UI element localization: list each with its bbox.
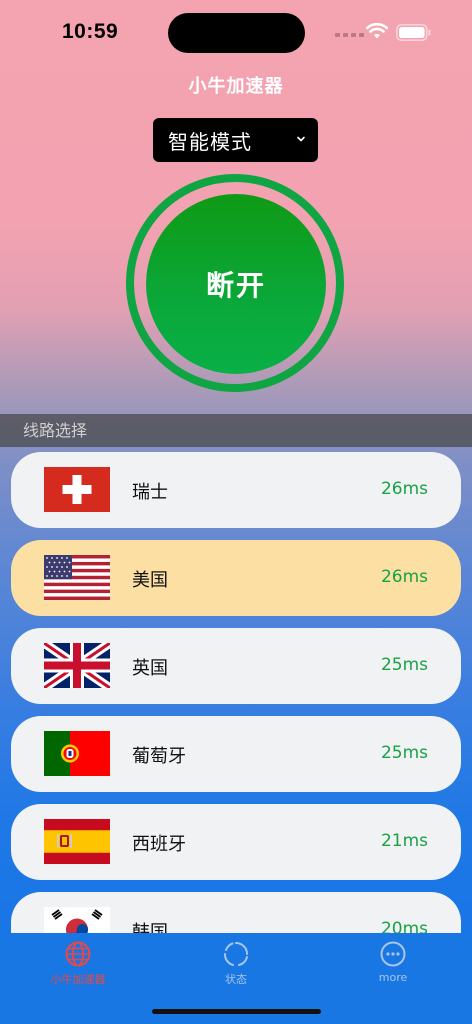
route-name: 葡萄牙 <box>132 746 186 767</box>
route-ping: 21ms <box>380 831 428 851</box>
route-name: 西班牙 <box>132 834 186 855</box>
route-ping: 25ms <box>380 655 428 675</box>
globe-icon <box>65 941 91 967</box>
spain-flag-icon <box>44 819 110 864</box>
status-time: 10:59 <box>62 20 119 43</box>
disconnect-button[interactable]: 断开 <box>146 194 326 374</box>
mode-selected-label: 智能模式 <box>168 129 252 154</box>
mode-dropdown[interactable]: 智能模式 <box>153 118 318 162</box>
uk-flag-icon <box>44 643 110 688</box>
route-item-portugal[interactable]: 葡萄牙 25ms <box>11 716 461 792</box>
usa-flag-icon <box>44 555 110 600</box>
tab-label: more <box>378 971 408 984</box>
tab-home[interactable]: 小牛加速器 <box>33 941 123 987</box>
more-circle-icon <box>380 941 406 967</box>
tab-more[interactable]: more <box>348 941 438 984</box>
tab-status[interactable]: 状态 <box>191 941 281 987</box>
wifi-icon <box>366 22 388 39</box>
route-item-usa[interactable]: 美国 26ms <box>11 540 461 616</box>
route-section-header: 线路选择 <box>0 414 472 447</box>
battery-icon <box>396 24 431 41</box>
route-item-spain[interactable]: 西班牙 21ms <box>11 804 461 880</box>
dynamic-island <box>168 13 305 53</box>
status-bar: 10:59 <box>0 0 472 64</box>
route-name: 英国 <box>132 658 168 679</box>
tab-label: 状态 <box>225 973 247 986</box>
route-ping: 25ms <box>380 743 428 763</box>
route-name: 韩国 <box>132 922 168 933</box>
route-ping: 20ms <box>380 919 428 933</box>
page-title: 小牛加速器 <box>188 76 284 97</box>
tab-label: 小牛加速器 <box>50 973 106 986</box>
cellular-signal-icon <box>335 33 364 37</box>
route-item-uk[interactable]: 英国 25ms <box>11 628 461 704</box>
route-item-switzerland[interactable]: 瑞士 26ms <box>11 452 461 528</box>
route-name: 美国 <box>132 570 168 591</box>
disconnect-button-label: 断开 <box>205 269 266 302</box>
route-ping: 26ms <box>380 567 428 587</box>
route-name: 瑞士 <box>132 482 168 503</box>
home-indicator <box>152 1009 321 1014</box>
route-item-south-korea[interactable]: 韩国 20ms <box>11 892 461 933</box>
chevron-down-icon <box>297 136 305 142</box>
route-ping: 26ms <box>380 479 428 499</box>
portugal-flag-icon <box>44 731 110 776</box>
loading-circle-icon <box>224 942 248 966</box>
switzerland-flag-icon <box>44 467 110 512</box>
route-list[interactable]: 瑞士 26ms 美国 26ms 英国 25ms 葡萄牙 25ms 西班牙 21m… <box>0 447 472 933</box>
south-korea-flag-icon <box>44 907 110 933</box>
